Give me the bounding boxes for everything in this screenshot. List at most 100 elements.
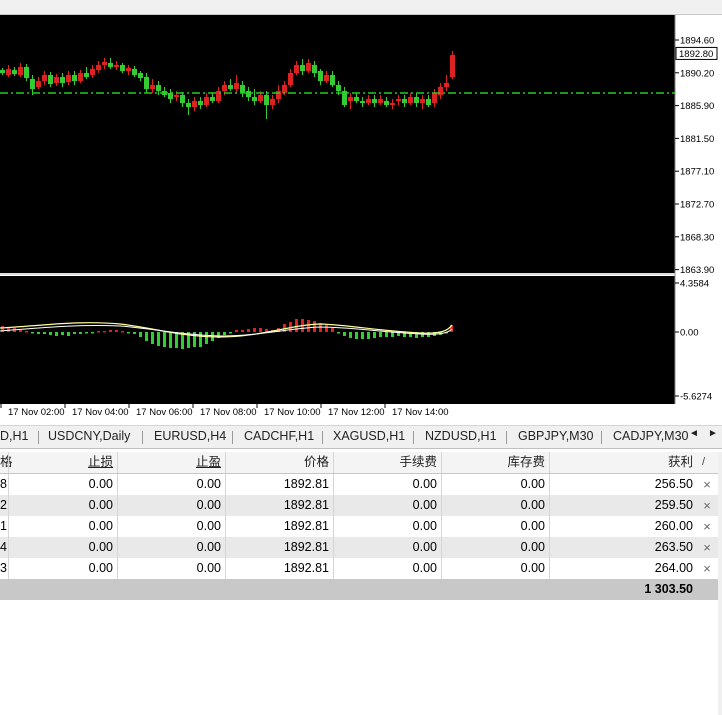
bear-candle[interactable]: [144, 77, 149, 89]
bear-candle[interactable]: [108, 63, 113, 67]
bear-candle[interactable]: [138, 73, 143, 78]
bull-candle[interactable]: [438, 87, 443, 95]
tab-chart-2[interactable]: USDCNY,Daily: [48, 429, 130, 443]
close-position-icon[interactable]: ×: [700, 474, 714, 495]
bear-candle[interactable]: [12, 70, 17, 74]
bear-candle[interactable]: [402, 99, 407, 103]
bear-candle[interactable]: [372, 99, 377, 103]
bear-candle[interactable]: [246, 91, 251, 97]
bear-candle[interactable]: [252, 97, 257, 101]
bear-candle[interactable]: [24, 67, 29, 78]
bull-candle[interactable]: [36, 81, 41, 87]
header-stop-loss[interactable]: 止损: [9, 452, 117, 473]
bull-candle[interactable]: [54, 77, 59, 83]
bull-candle[interactable]: [378, 99, 383, 103]
bear-candle[interactable]: [354, 97, 359, 101]
bear-candle[interactable]: [84, 73, 89, 77]
bull-candle[interactable]: [126, 68, 131, 71]
header-price[interactable]: 价格: [226, 452, 333, 473]
bear-candle[interactable]: [210, 97, 215, 101]
bear-candle[interactable]: [240, 85, 245, 93]
bear-candle[interactable]: [198, 101, 203, 105]
table-row[interactable]: 8 0.00 0.00 1892.81 0.00 0.00 256.50 ×: [0, 474, 720, 495]
bull-candle[interactable]: [174, 95, 179, 97]
header-take-profit[interactable]: 止盈: [118, 452, 225, 473]
bull-candle[interactable]: [258, 95, 263, 101]
header-profit[interactable]: 获利: [550, 452, 697, 473]
bear-candle[interactable]: [264, 95, 269, 105]
bull-candle[interactable]: [42, 75, 47, 81]
bull-candle[interactable]: [396, 99, 401, 101]
indicator-panel[interactable]: [0, 276, 675, 404]
header-commission[interactable]: 手续费: [334, 452, 441, 473]
header-price-partial[interactable]: 格: [0, 452, 13, 473]
bear-candle[interactable]: [336, 85, 341, 91]
tab-chart-4[interactable]: CADCHF,H1: [244, 429, 314, 443]
tab-chart-1[interactable]: D,H1: [0, 429, 28, 443]
main-price-panel[interactable]: [0, 15, 675, 273]
bull-candle[interactable]: [192, 101, 197, 107]
bull-candle[interactable]: [348, 97, 353, 101]
bull-candle[interactable]: [234, 83, 239, 89]
bear-candle[interactable]: [312, 65, 317, 73]
bull-candle[interactable]: [450, 55, 455, 77]
bull-candle[interactable]: [66, 75, 71, 82]
tab-chart-6[interactable]: NZDUSD,H1: [425, 429, 497, 443]
bear-candle[interactable]: [132, 69, 137, 75]
bear-candle[interactable]: [120, 65, 125, 71]
price-chart[interactable]: 1894.60 1890.20 1885.90 1881.50 1877.10 1872.…: [0, 15, 722, 422]
bull-candle[interactable]: [366, 99, 371, 103]
bear-candle[interactable]: [426, 99, 431, 105]
bear-candle[interactable]: [228, 85, 233, 89]
bull-candle[interactable]: [390, 103, 395, 105]
bear-candle[interactable]: [330, 75, 335, 85]
bear-candle[interactable]: [300, 65, 305, 71]
bull-candle[interactable]: [432, 93, 437, 103]
tab-chart-7[interactable]: GBPJPY,M30: [518, 429, 594, 443]
sort-indicator-icon[interactable]: /: [702, 452, 705, 473]
bear-candle[interactable]: [180, 95, 185, 103]
bull-candle[interactable]: [270, 99, 275, 105]
bear-candle[interactable]: [186, 103, 191, 107]
bear-candle[interactable]: [0, 70, 5, 73]
bull-candle[interactable]: [96, 65, 101, 70]
bull-candle[interactable]: [6, 69, 11, 75]
tab-scroll-right-icon[interactable]: ►: [708, 428, 718, 439]
bull-candle[interactable]: [324, 75, 329, 81]
bull-candle[interactable]: [420, 99, 425, 103]
table-row[interactable]: 2 0.00 0.00 1892.81 0.00 0.00 259.50 ×: [0, 495, 720, 516]
bull-candle[interactable]: [78, 73, 83, 81]
bull-candle[interactable]: [294, 65, 299, 73]
bull-candle[interactable]: [114, 65, 119, 67]
bear-candle[interactable]: [384, 101, 389, 105]
bull-candle[interactable]: [150, 85, 155, 89]
close-position-icon[interactable]: ×: [700, 495, 714, 516]
table-row[interactable]: 1 0.00 0.00 1892.81 0.00 0.00 260.00 ×: [0, 516, 720, 537]
table-row[interactable]: 3 0.00 0.00 1892.81 0.00 0.00 264.00 ×: [0, 558, 720, 579]
bear-candle[interactable]: [168, 93, 173, 99]
vertical-scrollbar[interactable]: [718, 452, 722, 715]
bull-candle[interactable]: [102, 62, 107, 65]
bear-candle[interactable]: [360, 101, 365, 103]
bear-candle[interactable]: [60, 77, 65, 83]
bull-candle[interactable]: [90, 69, 95, 75]
table-row[interactable]: 4 0.00 0.00 1892.81 0.00 0.00 263.50 ×: [0, 537, 720, 558]
close-position-icon[interactable]: ×: [700, 558, 714, 579]
chart-area[interactable]: 1894.60 1890.20 1885.90 1881.50 1877.10 1872.…: [0, 15, 722, 422]
bull-candle[interactable]: [204, 97, 209, 105]
bull-candle[interactable]: [282, 85, 287, 93]
bear-candle[interactable]: [48, 75, 53, 84]
tab-chart-5[interactable]: XAGUSD,H1: [333, 429, 405, 443]
bull-candle[interactable]: [444, 83, 449, 87]
bear-candle[interactable]: [72, 75, 77, 81]
close-position-icon[interactable]: ×: [700, 537, 714, 558]
bull-candle[interactable]: [276, 91, 281, 99]
bull-candle[interactable]: [288, 73, 293, 85]
bull-candle[interactable]: [408, 97, 413, 103]
bull-candle[interactable]: [18, 67, 23, 75]
tab-scroll-left-icon[interactable]: ◄: [689, 428, 699, 439]
tab-chart-8[interactable]: CADJPY,M30: [613, 429, 689, 443]
bear-candle[interactable]: [156, 85, 161, 91]
bull-candle[interactable]: [306, 63, 311, 71]
bear-candle[interactable]: [414, 97, 419, 103]
